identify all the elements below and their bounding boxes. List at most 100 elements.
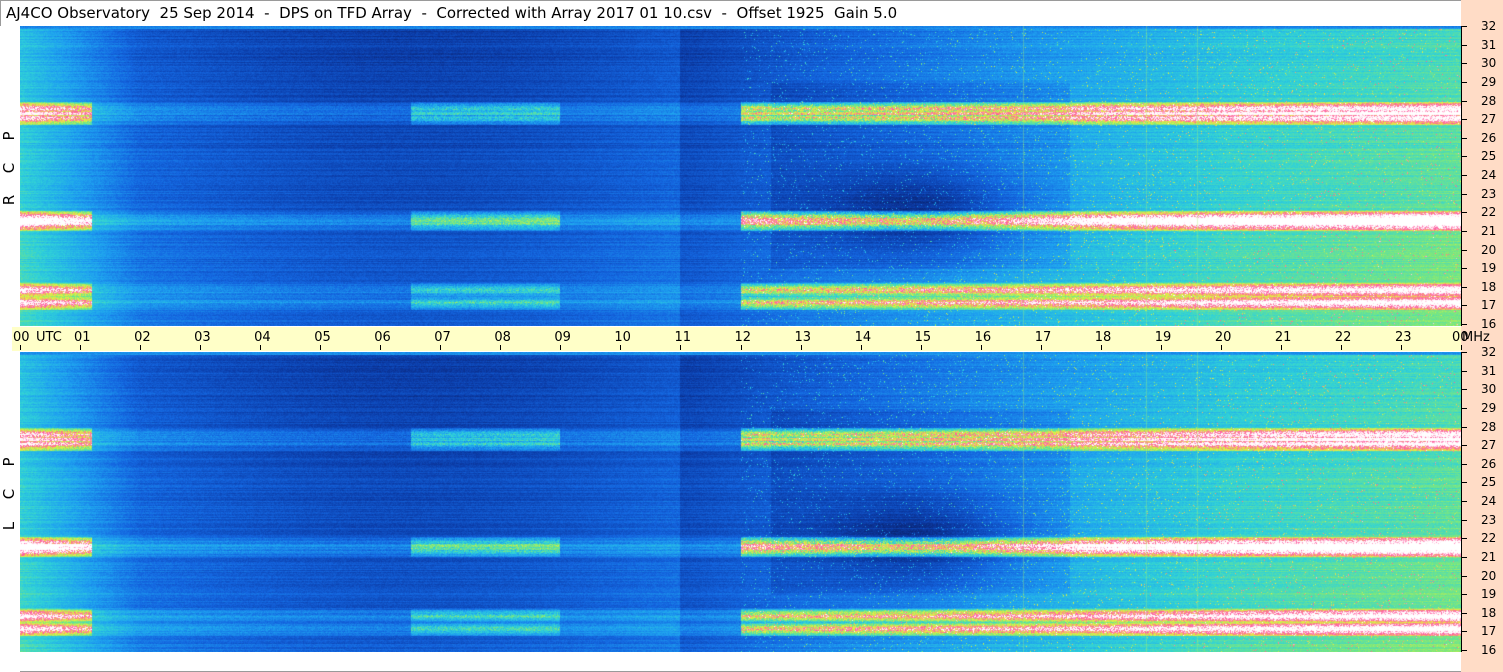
frequency-tick-label: 23	[1481, 186, 1497, 201]
utc-tick-label: 15	[914, 330, 932, 345]
utc-tick-mark	[560, 345, 562, 350]
rcp-spectrogram	[20, 26, 1461, 326]
frequency-tick-label: 26	[1481, 130, 1497, 145]
frequency-tick-mark	[1461, 463, 1467, 465]
pol-letter: C	[0, 488, 18, 500]
frequency-tick-mark	[1461, 137, 1467, 139]
utc-tick-mark	[620, 345, 622, 350]
frequency-tick-mark	[1461, 631, 1467, 633]
utc-tick-mark	[380, 345, 382, 350]
utc-tick-mark	[1100, 345, 1102, 350]
frequency-tick-label: 30	[1481, 382, 1497, 397]
frequency-tick-mark	[1461, 407, 1467, 409]
utc-tick-mark	[1280, 345, 1282, 350]
utc-tick-label: 02	[134, 330, 151, 345]
frequency-tick-label: 22	[1481, 205, 1497, 220]
utc-tick-label: 05	[314, 330, 331, 345]
frequency-tick-mark	[1461, 100, 1467, 102]
utc-tick-label: 00	[13, 330, 30, 345]
lcp-label: P C L	[0, 446, 18, 542]
utc-tick-mark	[260, 345, 262, 350]
frequency-tick-label: 18	[1481, 279, 1497, 294]
frequency-tick-label: 28	[1481, 419, 1497, 434]
frequency-tick-label: 19	[1481, 261, 1497, 276]
utc-tick-label: 22	[1334, 330, 1352, 345]
utc-tick-mark	[980, 345, 982, 350]
utc-tick-label: 01	[74, 330, 91, 345]
frequency-tick-label: 32	[1481, 345, 1497, 359]
pol-letter: R	[0, 194, 18, 206]
frequency-tick-label: 18	[1481, 605, 1497, 620]
utc-tick-mark	[800, 345, 802, 350]
frequency-tick-mark	[1461, 119, 1467, 121]
frequency-tick-label: 31	[1481, 37, 1497, 52]
frequency-tick-label: 20	[1481, 568, 1497, 583]
pol-letter: P	[0, 131, 18, 141]
utc-tick-label: 13	[794, 330, 812, 345]
frequency-tick-mark	[1461, 594, 1467, 596]
utc-tick-mark	[920, 345, 922, 350]
frequency-tick-label: 19	[1481, 587, 1497, 602]
utc-tick-mark	[1160, 345, 1162, 350]
frequency-tick-mark	[1461, 249, 1467, 251]
utc-tick-label: 14	[854, 330, 872, 345]
frequency-tick-label: 23	[1481, 512, 1497, 527]
pol-letter: C	[0, 162, 18, 174]
frequency-tick-mark	[1461, 556, 1467, 558]
frequency-tick-mark	[1461, 63, 1467, 65]
frequency-tick-mark	[1461, 612, 1467, 614]
frequency-tick-mark	[1461, 519, 1467, 521]
frequency-tick-label: 21	[1481, 549, 1497, 564]
frequency-tick-label: 17	[1481, 298, 1497, 313]
frequency-tick-mark	[1461, 212, 1467, 214]
utc-tick-label: 23	[1394, 330, 1412, 345]
utc-tick-mark	[1400, 345, 1402, 350]
frequency-tick-mark	[1461, 324, 1467, 325]
frequency-tick-label: 28	[1481, 93, 1497, 108]
utc-tick-label: 07	[434, 330, 451, 345]
lcp-spectrogram	[20, 352, 1461, 652]
utc-tick-mark	[140, 345, 142, 350]
utc-tick-mark	[440, 345, 442, 350]
utc-tick-label: 16	[974, 330, 992, 345]
utc-tick-label: 08	[494, 330, 511, 345]
frequency-tick-label: 27	[1481, 112, 1497, 127]
frequency-axis-line	[1461, 352, 1462, 652]
frequency-tick-mark	[1461, 352, 1467, 353]
frequency-tick-mark	[1461, 305, 1467, 307]
utc-tick-label: 04	[254, 330, 271, 345]
utc-tick-label: 09	[554, 330, 571, 345]
utc-tick-label: 18	[1094, 330, 1112, 345]
utc-tick-label: 06	[374, 330, 391, 345]
frequency-tick-label: 27	[1481, 438, 1497, 453]
frequency-tick-mark	[1461, 26, 1467, 27]
frequency-tick-mark	[1461, 426, 1467, 428]
utc-tick-label: 19	[1154, 330, 1172, 345]
utc-tick-mark	[80, 345, 82, 350]
frequency-tick-mark	[1461, 389, 1467, 391]
frequency-tick-mark	[1461, 175, 1467, 176]
frequency-tick-mark	[1461, 230, 1467, 232]
frequency-tick-mark	[1461, 445, 1467, 447]
utc-tick-label: MHz	[1462, 330, 1490, 345]
utc-tick-mark	[1461, 345, 1462, 350]
frequency-tick-mark	[1461, 81, 1467, 83]
frequency-tick-label: 29	[1481, 74, 1497, 89]
pol-letter: P	[0, 457, 18, 467]
frequency-tick-label: 24	[1481, 494, 1497, 508]
frequency-tick-label: 26	[1481, 456, 1497, 471]
frequency-tick-label: 31	[1481, 363, 1497, 378]
utc-tick-label: 17	[1034, 330, 1052, 345]
utc-tick-mark	[860, 345, 862, 350]
utc-tick-mark	[200, 345, 202, 350]
frequency-tick-mark	[1461, 44, 1467, 46]
frequency-tick-label: 24	[1481, 168, 1497, 182]
utc-tick-mark	[1220, 345, 1222, 350]
frequency-tick-label: 32	[1481, 19, 1497, 33]
frequency-tick-label: 25	[1481, 149, 1497, 164]
utc-tick-mark	[20, 345, 21, 350]
utc-tick-label: 20	[1214, 330, 1232, 345]
chart-title: AJ4CO Observatory 25 Sep 2014 - DPS on T…	[6, 4, 898, 22]
frequency-tick-label: 22	[1481, 531, 1497, 546]
frequency-tick-mark	[1461, 370, 1467, 372]
